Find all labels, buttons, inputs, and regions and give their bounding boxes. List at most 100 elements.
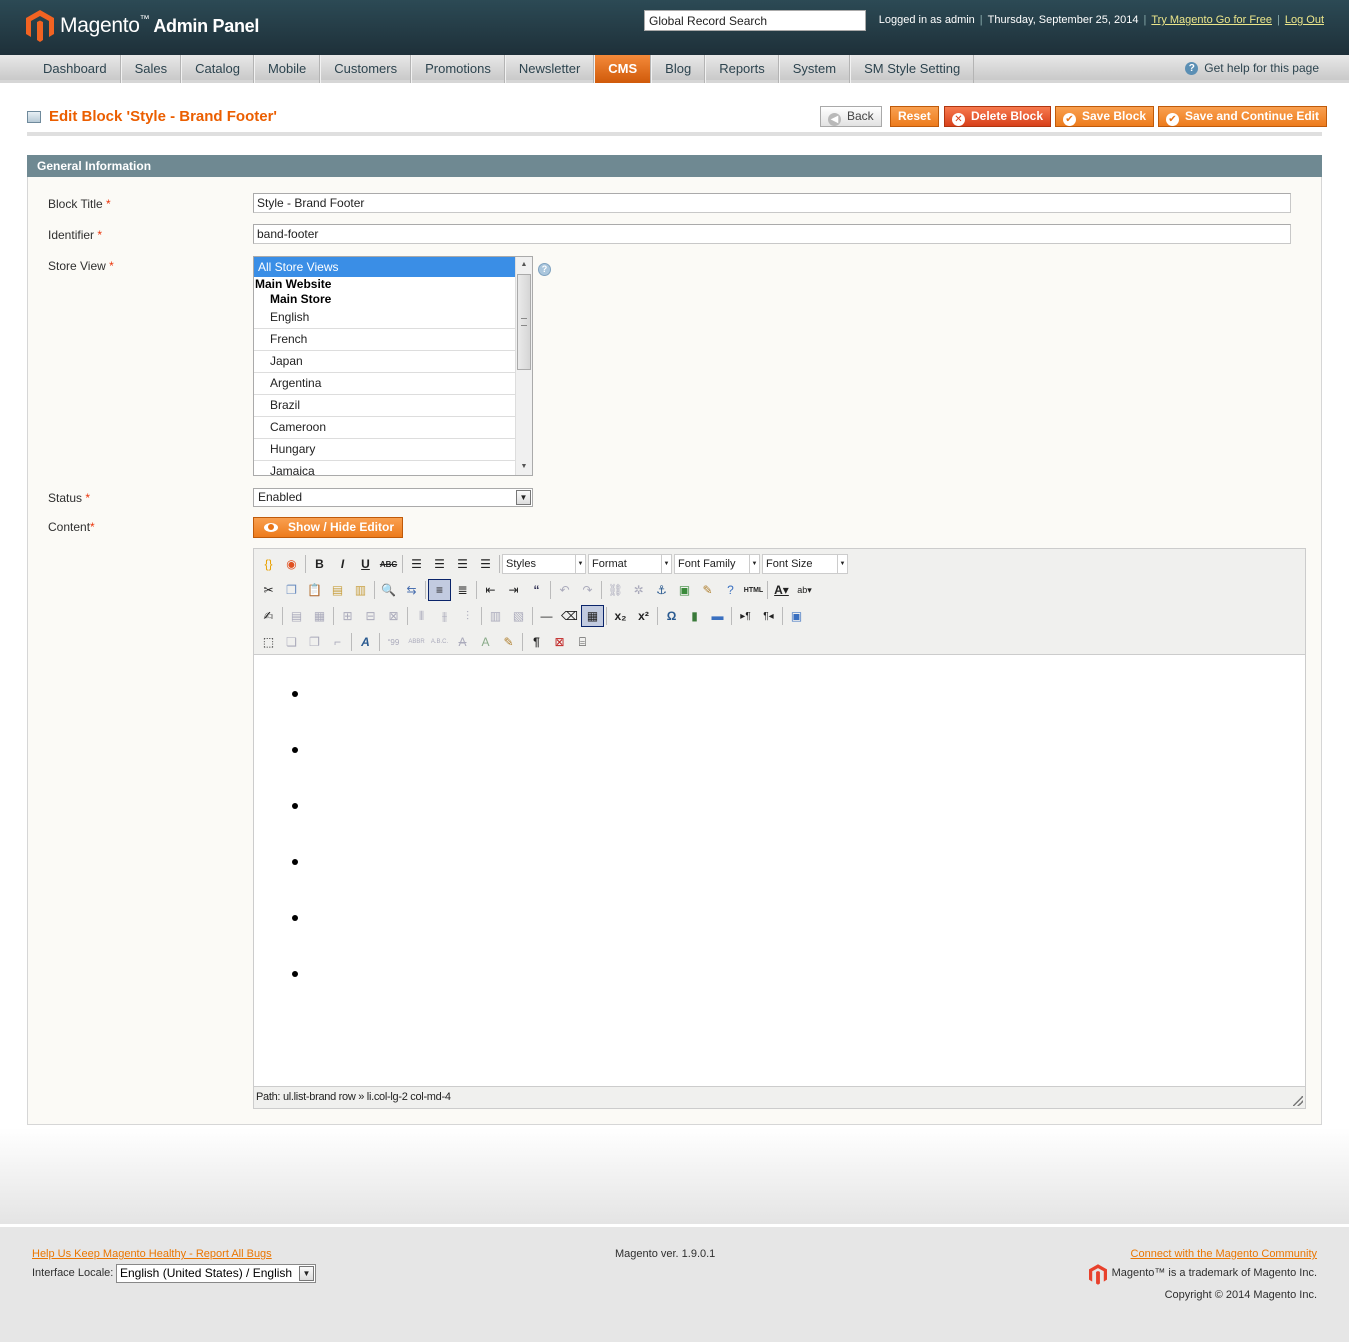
- merge-cells-icon[interactable]: ▧: [507, 605, 530, 627]
- store-option-english[interactable]: English: [254, 307, 516, 329]
- horizontal-rule-icon[interactable]: —: [535, 605, 558, 627]
- deletion-icon[interactable]: A: [451, 631, 474, 653]
- store-option-argentina[interactable]: Argentina: [254, 373, 516, 395]
- help-link[interactable]: ? Get help for this page: [1185, 61, 1319, 75]
- move-forward-icon[interactable]: ❏: [280, 631, 303, 653]
- scope-help-icon[interactable]: ?: [538, 263, 551, 276]
- nav-item-blog[interactable]: Blog: [651, 55, 706, 83]
- insert-widget-icon[interactable]: ◉: [280, 553, 303, 575]
- paste-word-icon[interactable]: ▥: [349, 579, 372, 601]
- indent-icon[interactable]: ⇥: [502, 579, 525, 601]
- insert-variable-icon[interactable]: {}: [257, 553, 280, 575]
- image-icon[interactable]: ▣: [673, 579, 696, 601]
- abbreviation-icon[interactable]: ABBR: [405, 631, 428, 653]
- store-option-jamaica[interactable]: Jamaica: [254, 461, 516, 475]
- align-justify-icon[interactable]: ☰: [474, 553, 497, 575]
- scroll-up-icon[interactable]: ▲: [516, 257, 532, 273]
- store-option-brazil[interactable]: Brazil: [254, 395, 516, 417]
- nav-item-system[interactable]: System: [778, 55, 851, 83]
- global-record-search-input[interactable]: [644, 10, 866, 31]
- ltr-icon[interactable]: ▸¶: [734, 605, 757, 627]
- copy-icon[interactable]: ❐: [280, 579, 303, 601]
- nav-item-newsletter[interactable]: Newsletter: [504, 55, 595, 83]
- delete-col-icon[interactable]: ⫶: [456, 605, 479, 627]
- editor-content-area[interactable]: [254, 656, 1305, 1086]
- font-family-select[interactable]: Font Family ▼: [674, 554, 760, 574]
- cleanup-icon[interactable]: ✎: [696, 579, 719, 601]
- unlink-icon[interactable]: ✲: [627, 579, 650, 601]
- back-button[interactable]: ◀ Back: [820, 106, 882, 127]
- absolute-position-icon[interactable]: ⌐: [326, 631, 349, 653]
- acronym-icon[interactable]: A.B.C.: [428, 631, 451, 653]
- scroll-down-icon[interactable]: ▼: [516, 459, 532, 475]
- align-left-icon[interactable]: ☰: [405, 553, 428, 575]
- insert-layer-icon[interactable]: ⬚: [257, 631, 280, 653]
- magento-logo[interactable]: Magento™ Admin Panel: [26, 10, 259, 42]
- try-magento-go-link[interactable]: Try Magento Go for Free: [1151, 14, 1272, 26]
- find-icon[interactable]: 🔍: [377, 579, 400, 601]
- italic-icon[interactable]: I: [331, 553, 354, 575]
- numbered-list-icon[interactable]: ≣: [451, 579, 474, 601]
- rtl-icon[interactable]: ¶◂: [757, 605, 780, 627]
- save-and-continue-button[interactable]: ✔ Save and Continue Edit: [1158, 106, 1328, 127]
- attributes-icon[interactable]: ✎: [497, 631, 520, 653]
- show-blocks-icon[interactable]: ¶: [525, 631, 548, 653]
- store-option-all[interactable]: All Store Views: [254, 257, 516, 277]
- nav-item-mobile[interactable]: Mobile: [253, 55, 321, 83]
- format-select[interactable]: Format ▼: [588, 554, 672, 574]
- delete-block-button[interactable]: ✕ Delete Block: [944, 106, 1052, 127]
- community-link[interactable]: Connect with the Magento Community: [1131, 1248, 1317, 1260]
- remove-format-icon[interactable]: ⌫: [558, 605, 581, 627]
- nav-item-sales[interactable]: Sales: [120, 55, 182, 83]
- redo-icon[interactable]: ↷: [576, 579, 599, 601]
- nav-item-dashboard[interactable]: Dashboard: [30, 55, 121, 83]
- nav-item-catalog[interactable]: Catalog: [181, 55, 254, 83]
- insertion-icon[interactable]: A: [474, 631, 497, 653]
- blockquote-icon[interactable]: “: [525, 579, 548, 601]
- nav-item-promotions[interactable]: Promotions: [411, 55, 505, 83]
- special-char-icon[interactable]: Ω: [660, 605, 683, 627]
- cut-icon[interactable]: ✂: [257, 579, 280, 601]
- undo-icon[interactable]: ↶: [553, 579, 576, 601]
- insert-edit-icon[interactable]: ✍: [257, 605, 280, 627]
- insert-col-before-icon[interactable]: ⫴: [410, 605, 433, 627]
- align-center-icon[interactable]: ☰: [428, 553, 451, 575]
- fullscreen-icon[interactable]: ▣: [785, 605, 808, 627]
- identifier-input[interactable]: [253, 224, 1291, 244]
- media-icon[interactable]: ▮: [683, 605, 706, 627]
- insert-row-after-icon[interactable]: ⊟: [359, 605, 382, 627]
- nonbreaking-icon[interactable]: ⊠: [548, 631, 571, 653]
- store-option-cameroon[interactable]: Cameroon: [254, 417, 516, 439]
- underline-icon[interactable]: U: [354, 553, 377, 575]
- logout-link[interactable]: Log Out: [1285, 14, 1324, 26]
- subscript-icon[interactable]: x₂: [609, 605, 632, 627]
- store-option-japan[interactable]: Japan: [254, 351, 516, 373]
- nav-item-sm-style-setting[interactable]: SM Style Setting: [850, 55, 975, 83]
- outdent-icon[interactable]: ⇤: [479, 579, 502, 601]
- store-option-hungary[interactable]: Hungary: [254, 439, 516, 461]
- highlight-color-icon[interactable]: ab▾: [793, 579, 816, 601]
- block-title-input[interactable]: [253, 193, 1291, 213]
- bullet-list-icon[interactable]: ≡: [428, 579, 451, 601]
- table-cell-props-icon[interactable]: ▦: [308, 605, 331, 627]
- insert-col-after-icon[interactable]: ⫵: [433, 605, 456, 627]
- align-right-icon[interactable]: ☰: [451, 553, 474, 575]
- interface-locale-select[interactable]: English (United States) / English ▼: [116, 1264, 316, 1283]
- replace-icon[interactable]: ⇆: [400, 579, 423, 601]
- paste-text-icon[interactable]: ▤: [326, 579, 349, 601]
- show-hide-editor-button[interactable]: Show / Hide Editor: [253, 517, 404, 538]
- help-editor-icon[interactable]: ?: [719, 579, 742, 601]
- html-source-icon[interactable]: HTML: [742, 579, 765, 601]
- cite-icon[interactable]: “99: [382, 631, 405, 653]
- visual-aid-icon[interactable]: ▦: [581, 605, 604, 627]
- table-row-props-icon[interactable]: ▤: [285, 605, 308, 627]
- scroll-thumb[interactable]: [517, 274, 531, 370]
- status-select[interactable]: Enabled ▼: [253, 488, 533, 507]
- text-color-icon[interactable]: A▾: [770, 579, 793, 601]
- strikethrough-icon[interactable]: ABC: [377, 553, 400, 575]
- delete-row-icon[interactable]: ⊠: [382, 605, 405, 627]
- save-block-button[interactable]: ✔ Save Block: [1055, 106, 1155, 127]
- resize-handle-icon[interactable]: [1293, 1096, 1303, 1106]
- style-props-icon[interactable]: A: [354, 631, 377, 653]
- nav-item-customers[interactable]: Customers: [320, 55, 412, 83]
